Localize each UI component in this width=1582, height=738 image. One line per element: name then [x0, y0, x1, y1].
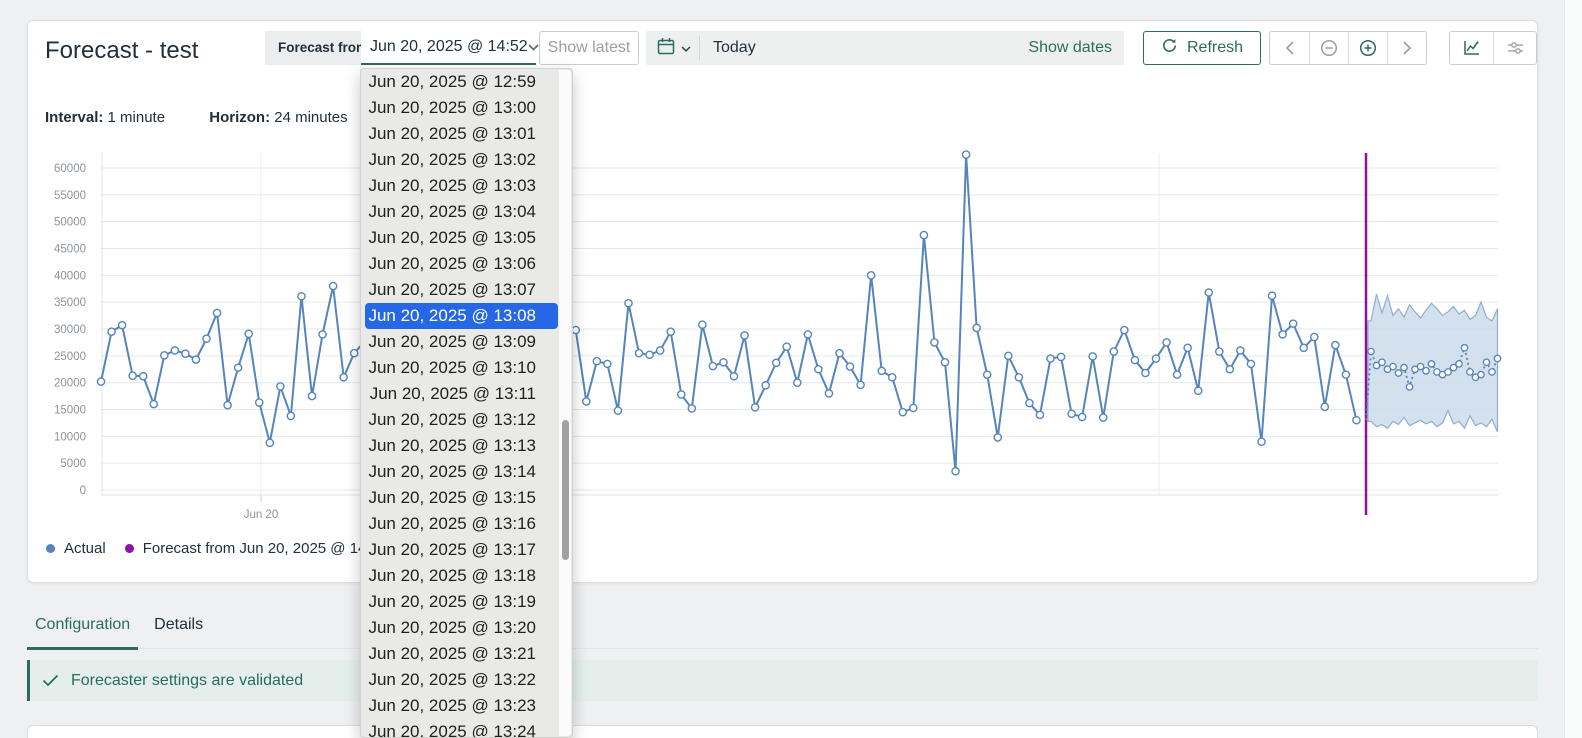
- dropdown-item[interactable]: Jun 20, 2025 @ 13:21: [365, 641, 558, 667]
- svg-text:5000: 5000: [60, 458, 86, 470]
- dropdown-item[interactable]: Jun 20, 2025 @ 13:02: [365, 147, 558, 173]
- legend-dot-actual: [46, 544, 55, 553]
- page-title: Forecast - test: [45, 37, 198, 65]
- show-dates-link[interactable]: Show dates: [1028, 39, 1112, 57]
- pan-zoom-button-group: [1269, 31, 1427, 65]
- dropdown-item[interactable]: Jun 20, 2025 @ 13:13: [365, 433, 558, 459]
- forecast-from-dropdown: Jun 20, 2025 @ 12:59Jun 20, 2025 @ 13:00…: [360, 68, 573, 738]
- chevron-left-icon: [1285, 41, 1295, 55]
- tab-details[interactable]: Details: [146, 616, 211, 648]
- validation-banner-text: Forecaster settings are validated: [71, 672, 303, 690]
- svg-text:40000: 40000: [54, 270, 86, 282]
- refresh-label: Refresh: [1187, 39, 1243, 57]
- svg-text:35000: 35000: [54, 297, 86, 309]
- date-range-text: Today: [713, 39, 756, 57]
- validation-banner: Forecaster settings are validated: [27, 660, 1538, 701]
- interval-value: 1 minute: [108, 109, 166, 126]
- legend-label-actual: Actual: [64, 540, 106, 557]
- svg-text:30000: 30000: [54, 324, 86, 336]
- dropdown-item[interactable]: Jun 20, 2025 @ 13:19: [365, 589, 558, 615]
- dropdown-item[interactable]: Jun 20, 2025 @ 13:10: [365, 355, 558, 381]
- svg-text:10000: 10000: [54, 431, 86, 443]
- dropdown-scrollbar-track[interactable]: [559, 70, 571, 736]
- dropdown-item[interactable]: Jun 20, 2025 @ 13:22: [365, 667, 558, 693]
- forecast-panel: Forecast - test Forecast from Jun 20, 20…: [27, 20, 1538, 583]
- dropdown-item-selected[interactable]: Jun 20, 2025 @ 13:08: [365, 303, 558, 329]
- svg-text:60000: 60000: [54, 163, 86, 175]
- dropdown-item[interactable]: Jun 20, 2025 @ 13:11: [365, 381, 558, 407]
- dropdown-item[interactable]: Jun 20, 2025 @ 13:07: [365, 277, 558, 303]
- chevron-down-icon: [681, 39, 691, 57]
- svg-text:15000: 15000: [54, 405, 86, 417]
- zoom-in-icon: [1359, 39, 1377, 57]
- show-latest-button[interactable]: Show latest: [539, 31, 639, 65]
- dropdown-item[interactable]: Jun 20, 2025 @ 13:16: [365, 511, 558, 537]
- legend-item-actual[interactable]: Actual: [46, 540, 106, 557]
- chevron-down-icon: [528, 38, 539, 56]
- zoom-out-button[interactable]: [1309, 32, 1348, 64]
- dropdown-item[interactable]: Jun 20, 2025 @ 13:09: [365, 329, 558, 355]
- forecast-meta: Interval: 1 minute Horizon: 24 minutes: [45, 109, 348, 126]
- svg-text:Jun 20: Jun 20: [244, 509, 279, 521]
- dropdown-item[interactable]: Jun 20, 2025 @ 13:20: [365, 615, 558, 641]
- horizon-label: Horizon:: [209, 109, 270, 126]
- dropdown-list: Jun 20, 2025 @ 12:59Jun 20, 2025 @ 13:00…: [361, 69, 572, 738]
- forecast-chart: 0 5000 10000 15000 20000 25000 30000 35000 40000…: [28, 21, 1539, 584]
- chart-legend: Actual Forecast from Jun 20, 2025 @ 14:5…: [46, 540, 387, 557]
- refresh-icon: [1161, 37, 1178, 59]
- tab-bar: Configuration Details: [27, 600, 1538, 649]
- svg-text:25000: 25000: [54, 351, 86, 363]
- dropdown-item[interactable]: Jun 20, 2025 @ 12:59: [365, 69, 558, 95]
- zoom-in-button[interactable]: [1348, 32, 1387, 64]
- calendar-button[interactable]: [657, 37, 691, 60]
- legend-dot-forecast: [125, 544, 134, 553]
- dropdown-item[interactable]: Jun 20, 2025 @ 13:01: [365, 121, 558, 147]
- dropdown-item[interactable]: Jun 20, 2025 @ 13:17: [365, 537, 558, 563]
- legend-label-forecast: Forecast from Jun 20, 2025 @ 14:52: [143, 540, 388, 557]
- dropdown-item[interactable]: Jun 20, 2025 @ 13:12: [365, 407, 558, 433]
- configuration-card: [27, 725, 1538, 738]
- line-chart-icon: [1462, 39, 1481, 57]
- dropdown-item[interactable]: Jun 20, 2025 @ 13:00: [365, 95, 558, 121]
- svg-text:50000: 50000: [54, 217, 86, 229]
- svg-text:0: 0: [80, 485, 86, 497]
- dropdown-item[interactable]: Jun 20, 2025 @ 13:24: [365, 719, 558, 738]
- dropdown-item[interactable]: Jun 20, 2025 @ 13:14: [365, 459, 558, 485]
- tab-configuration[interactable]: Configuration: [27, 616, 138, 648]
- refresh-button[interactable]: Refresh: [1143, 31, 1261, 65]
- dropdown-item[interactable]: Jun 20, 2025 @ 13:18: [365, 563, 558, 589]
- dropdown-item[interactable]: Jun 20, 2025 @ 13:15: [365, 485, 558, 511]
- interval-label: Interval:: [45, 109, 103, 126]
- horizon-value: 24 minutes: [274, 109, 347, 126]
- check-icon: [42, 674, 59, 687]
- pan-right-button[interactable]: [1387, 32, 1426, 64]
- forecast-from-input[interactable]: Jun 20, 2025 @ 14:52: [361, 31, 536, 65]
- pan-left-button[interactable]: [1270, 32, 1309, 64]
- dropdown-item[interactable]: Jun 20, 2025 @ 13:05: [365, 225, 558, 251]
- zoom-out-icon: [1320, 39, 1338, 57]
- dropdown-item[interactable]: Jun 20, 2025 @ 13:23: [365, 693, 558, 719]
- chart-settings-button[interactable]: [1493, 32, 1536, 64]
- svg-text:20000: 20000: [54, 378, 86, 390]
- calendar-icon: [657, 37, 675, 60]
- chevron-right-icon: [1402, 41, 1412, 55]
- page-scrollbar-track[interactable]: [1564, 0, 1582, 738]
- dropdown-scrollbar-thumb[interactable]: [562, 420, 569, 560]
- forecast-from-value: Jun 20, 2025 @ 14:52: [370, 38, 528, 56]
- settings-sliders-icon: [1506, 40, 1525, 56]
- legend-item-forecast[interactable]: Forecast from Jun 20, 2025 @ 14:52: [125, 540, 388, 557]
- dropdown-item[interactable]: Jun 20, 2025 @ 13:06: [365, 251, 558, 277]
- dropdown-item[interactable]: Jun 20, 2025 @ 13:04: [365, 199, 558, 225]
- dropdown-item[interactable]: Jun 20, 2025 @ 13:03: [365, 173, 558, 199]
- svg-text:45000: 45000: [54, 244, 86, 256]
- chart-type-button[interactable]: [1450, 32, 1493, 64]
- chart-options-button-group: [1449, 31, 1537, 65]
- divider: [699, 36, 700, 60]
- date-range-bar: Today Show dates: [646, 31, 1124, 65]
- svg-text:55000: 55000: [54, 190, 86, 202]
